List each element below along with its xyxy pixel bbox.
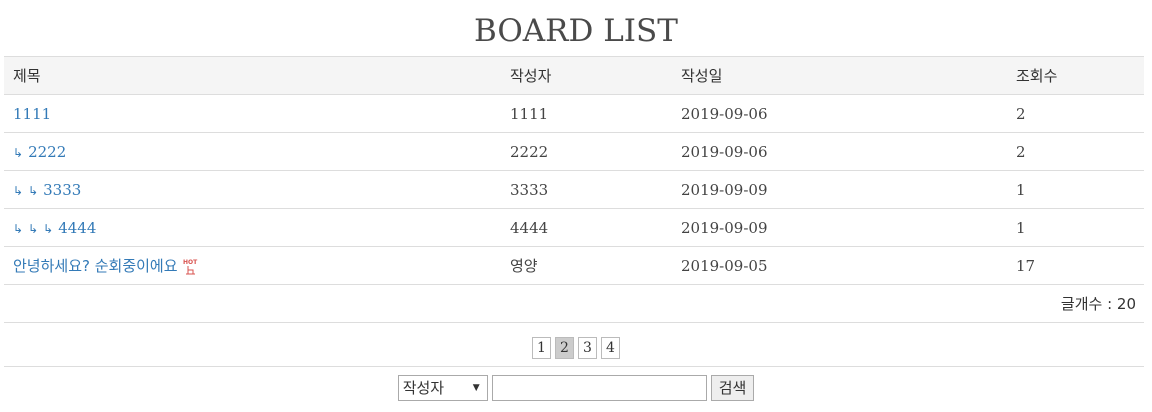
post-title-link[interactable]: 4444 [58, 219, 96, 237]
cell-title: ↳ ↳ ↳ 4444 [4, 208, 501, 247]
cell-date: 2019-09-06 [672, 132, 1007, 171]
page-title: BOARD LIST [474, 13, 678, 49]
cell-views: 1 [1007, 208, 1144, 247]
cell-writer: 영양 [501, 246, 672, 285]
table-row: ↳ ↳ ↳ 4444 4444 2019-09-09 1 [4, 208, 1144, 247]
reply-arrow-icon: ↳ [13, 221, 24, 236]
page-link-2[interactable]: 2 [555, 337, 574, 359]
header-writer: 작성자 [501, 56, 672, 95]
table-row: ↳ ↳ 3333 3333 2019-09-09 1 [4, 170, 1144, 209]
post-title-link[interactable]: 3333 [43, 181, 81, 199]
post-title-link[interactable]: 1111 [13, 105, 51, 123]
header-date: 작성일 [672, 56, 1007, 95]
table-row: ↳ 2222 2222 2019-09-06 2 [4, 132, 1144, 171]
divider [4, 366, 1144, 367]
table-row: 1111 1111 2019-09-06 2 [4, 94, 1144, 133]
cell-views: 2 [1007, 132, 1144, 171]
cell-views: 2 [1007, 94, 1144, 133]
caret-down-icon: ▼ [472, 383, 480, 393]
cell-writer: 3333 [501, 170, 672, 209]
pagination: 1234 [0, 337, 1152, 359]
cell-writer: 4444 [501, 208, 672, 247]
header-title: 제목 [4, 56, 501, 95]
table-row: 안녕하세요? 순회중이에요 HOT 영양 2019-09-05 17 [4, 246, 1144, 285]
reply-arrow-icon: ↳ [28, 183, 39, 198]
reply-arrow-icon: ↳ [13, 145, 24, 160]
search-input[interactable] [491, 375, 707, 401]
post-count: 글개수 : 20 [4, 284, 1144, 323]
table-header-row: 제목 작성자 작성일 조회수 [4, 56, 1144, 95]
board-table: 제목 작성자 작성일 조회수 1111 1111 2019-09-06 2 ↳ 2222 2… [4, 56, 1144, 323]
reply-arrow-icon: ↳ [13, 183, 24, 198]
search-button[interactable]: 검색 [710, 375, 755, 401]
cell-writer: 2222 [501, 132, 672, 171]
cell-title: ↳ 2222 [4, 132, 501, 171]
cell-date: 2019-09-06 [672, 94, 1007, 133]
page-link-3[interactable]: 3 [578, 337, 597, 359]
reply-arrow-icon: ↳ [43, 221, 54, 236]
cell-writer: 1111 [501, 94, 672, 133]
cell-views: 1 [1007, 170, 1144, 209]
search-bar: 작성자 ▼ 검색 [0, 375, 1152, 401]
cell-date: 2019-09-09 [672, 208, 1007, 247]
hot-badge-icon: HOT [183, 259, 198, 275]
post-title-link[interactable]: 2222 [28, 143, 66, 161]
cell-date: 2019-09-09 [672, 170, 1007, 209]
cell-title: ↳ ↳ 3333 [4, 170, 501, 209]
search-field-selected: 작성자 [402, 379, 445, 397]
cell-title: 1111 [4, 94, 501, 133]
header-views: 조회수 [1007, 56, 1144, 95]
svg-text:HOT: HOT [183, 259, 198, 266]
cell-title: 안녕하세요? 순회중이에요 HOT [4, 246, 501, 285]
search-field-select[interactable]: 작성자 ▼ [397, 375, 488, 401]
reply-arrow-icon: ↳ [28, 221, 39, 236]
cell-date: 2019-09-05 [672, 246, 1007, 285]
page-link-4[interactable]: 4 [601, 337, 620, 359]
post-title-link[interactable]: 안녕하세요? 순회중이에요 [13, 257, 178, 275]
page-link-1[interactable]: 1 [532, 337, 551, 359]
cell-views: 17 [1007, 246, 1144, 285]
post-count-row: 글개수 : 20 [4, 284, 1144, 323]
